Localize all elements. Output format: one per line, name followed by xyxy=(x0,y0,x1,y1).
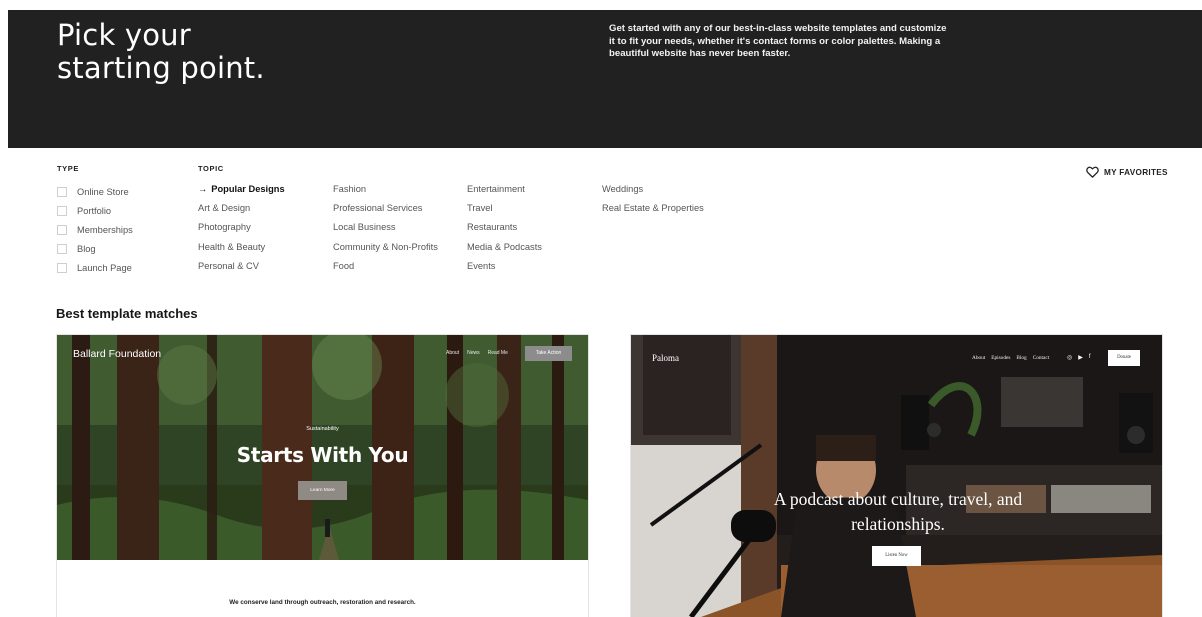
checkbox[interactable] xyxy=(57,224,67,235)
template-preview-image: Paloma About Episodes Blog Contact ◎ ▶ f… xyxy=(631,335,1162,617)
type-filter-blog[interactable]: Blog xyxy=(57,240,133,259)
checkbox[interactable] xyxy=(57,263,67,274)
template-nav-item: Read Me xyxy=(487,350,508,356)
topic-personal-cv[interactable]: Personal & CV xyxy=(198,259,285,278)
instagram-icon: ◎ xyxy=(1067,355,1073,361)
topic-entertainment[interactable]: Entertainment xyxy=(467,182,542,201)
template-heading: A podcast about culture, travel, and rel… xyxy=(773,489,1023,534)
template-heading: Starts With You xyxy=(236,443,409,467)
topic-popular-designs[interactable]: → Popular Designs xyxy=(198,182,285,201)
topic-restaurants[interactable]: Restaurants xyxy=(467,220,542,239)
topic-health-beauty[interactable]: Health & Beauty xyxy=(198,240,285,259)
my-favorites-label: MY FAVORITES xyxy=(1104,167,1168,177)
type-filter-list: Online Store Portfolio Memberships Blog … xyxy=(57,182,133,278)
type-filter-label: Portfolio xyxy=(77,205,112,216)
template-learn-more-button: Learn More xyxy=(298,481,347,500)
hero-title-line-2: starting point. xyxy=(57,51,265,85)
type-filter-launch-page[interactable]: Launch Page xyxy=(57,259,133,278)
facebook-icon: f xyxy=(1088,354,1091,360)
type-filter-label: Online Store xyxy=(77,186,129,197)
template-card-ballard-foundation[interactable]: Ballard Foundation About News Read Me Ta… xyxy=(57,335,588,617)
type-filter-label: Memberships xyxy=(77,224,133,235)
template-preview-image: Ballard Foundation About News Read Me Ta… xyxy=(57,335,588,560)
template-nav-item: Blog xyxy=(1016,355,1027,361)
checkbox[interactable] xyxy=(57,205,67,216)
type-filter-label: Blog xyxy=(77,244,96,255)
topic-column-4: Weddings Real Estate & Properties xyxy=(602,182,704,220)
topic-food[interactable]: Food xyxy=(333,259,438,278)
topic-events[interactable]: Events xyxy=(467,259,542,278)
template-card-paloma[interactable]: Paloma About Episodes Blog Contact ◎ ▶ f… xyxy=(631,335,1162,617)
arrow-right-icon: → xyxy=(198,184,208,194)
type-filter-heading: TYPE xyxy=(57,164,79,173)
template-logo: Paloma xyxy=(652,353,679,363)
template-donate-button: Donate xyxy=(1108,350,1140,366)
podcast-studio-illustration xyxy=(631,335,1162,617)
template-nav-item: About xyxy=(972,355,986,361)
checkbox[interactable] xyxy=(57,244,67,255)
topic-real-estate-properties[interactable]: Real Estate & Properties xyxy=(602,201,704,220)
topic-column-1: → Popular Designs Art & Design Photograph… xyxy=(198,182,285,278)
template-nav-item: Contact xyxy=(1032,355,1050,361)
type-filter-online-store[interactable]: Online Store xyxy=(57,182,133,201)
topic-photography[interactable]: Photography xyxy=(198,220,285,239)
template-nav-item: About xyxy=(446,350,460,356)
topic-travel[interactable]: Travel xyxy=(467,201,542,220)
topic-label: Popular Designs xyxy=(211,184,285,194)
topic-fashion[interactable]: Fashion xyxy=(333,182,438,201)
section-title: Best template matches xyxy=(56,306,198,321)
topic-community-non-profits[interactable]: Community & Non-Profits xyxy=(333,240,438,259)
hero-description: Get started with any of our best-in-clas… xyxy=(609,23,947,59)
type-filter-memberships[interactable]: Memberships xyxy=(57,220,133,239)
template-cta-button: Take Action xyxy=(525,346,572,361)
template-eyebrow: Sustainability xyxy=(306,426,339,432)
my-favorites-button[interactable]: MY FAVORITES xyxy=(1086,166,1168,178)
topic-column-2: Fashion Professional Services Local Busi… xyxy=(333,182,438,278)
template-nav: About News Read Me xyxy=(446,350,508,356)
hero-title: Pick your starting point. xyxy=(57,19,477,85)
type-filter-label: Launch Page xyxy=(77,263,132,274)
template-nav: About Episodes Blog Contact xyxy=(972,355,1049,361)
template-nav-item: Episodes xyxy=(991,355,1011,361)
template-mission-text: We conserve land through outreach, resto… xyxy=(229,599,416,606)
topic-weddings[interactable]: Weddings xyxy=(602,182,704,201)
topic-column-3: Entertainment Travel Restaurants Media &… xyxy=(467,182,542,278)
template-listen-now-button: Listen Now xyxy=(872,546,921,566)
topic-professional-services[interactable]: Professional Services xyxy=(333,201,438,220)
youtube-icon: ▶ xyxy=(1078,355,1083,361)
topic-media-podcasts[interactable]: Media & Podcasts xyxy=(467,240,542,259)
heart-icon xyxy=(1086,166,1099,178)
topic-art-design[interactable]: Art & Design xyxy=(198,201,285,220)
hero-banner: Pick your starting point. Get started wi… xyxy=(8,10,1202,148)
hero-title-line-1: Pick your xyxy=(57,18,191,52)
template-social-icons: ◎ ▶ f xyxy=(1067,354,1091,361)
topic-local-business[interactable]: Local Business xyxy=(333,220,438,239)
type-filter-portfolio[interactable]: Portfolio xyxy=(57,201,133,220)
template-logo: Ballard Foundation xyxy=(73,348,162,360)
topic-filter-heading: TOPIC xyxy=(198,164,224,173)
checkbox[interactable] xyxy=(57,186,67,197)
template-nav-item: News xyxy=(467,350,480,356)
